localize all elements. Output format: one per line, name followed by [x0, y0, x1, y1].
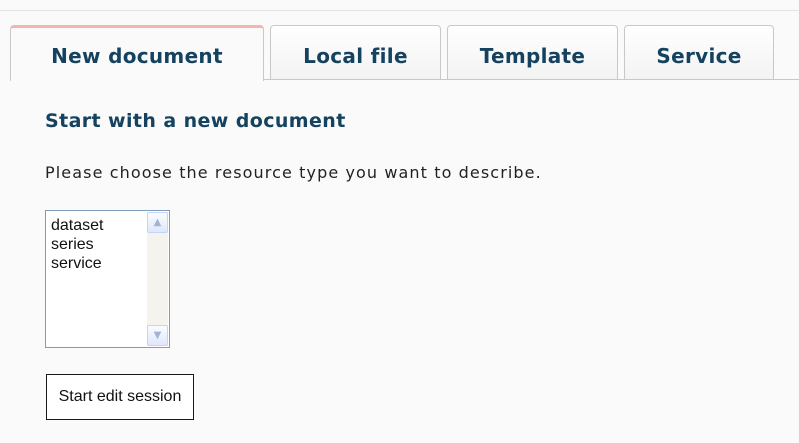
- scroll-up-button[interactable]: ▲: [147, 212, 168, 233]
- option-service[interactable]: service: [51, 254, 103, 273]
- tab-new-document[interactable]: New document: [10, 25, 264, 81]
- tab-template[interactable]: Template: [447, 25, 618, 79]
- option-dataset[interactable]: dataset: [51, 216, 103, 235]
- arrow-up-icon: ▲: [153, 217, 162, 228]
- scroll-down-button[interactable]: ▼: [147, 325, 168, 346]
- listbox-options: dataset series service: [51, 216, 103, 273]
- section-heading: Start with a new document: [45, 110, 346, 132]
- instruction-text: Please choose the resource type you want…: [45, 163, 542, 182]
- tab-local-file[interactable]: Local file: [270, 25, 441, 79]
- listbox-scrollbar[interactable]: ▲ ▼: [147, 212, 168, 346]
- tab-bar: New document Local file Template Service: [10, 25, 799, 81]
- option-series[interactable]: series: [51, 235, 103, 254]
- tab-service[interactable]: Service: [624, 25, 774, 79]
- top-divider: [0, 10, 799, 11]
- arrow-down-icon: ▼: [153, 330, 162, 341]
- resource-type-listbox[interactable]: dataset series service ▲ ▼: [45, 210, 170, 348]
- start-edit-session-button[interactable]: Start edit session: [46, 374, 194, 420]
